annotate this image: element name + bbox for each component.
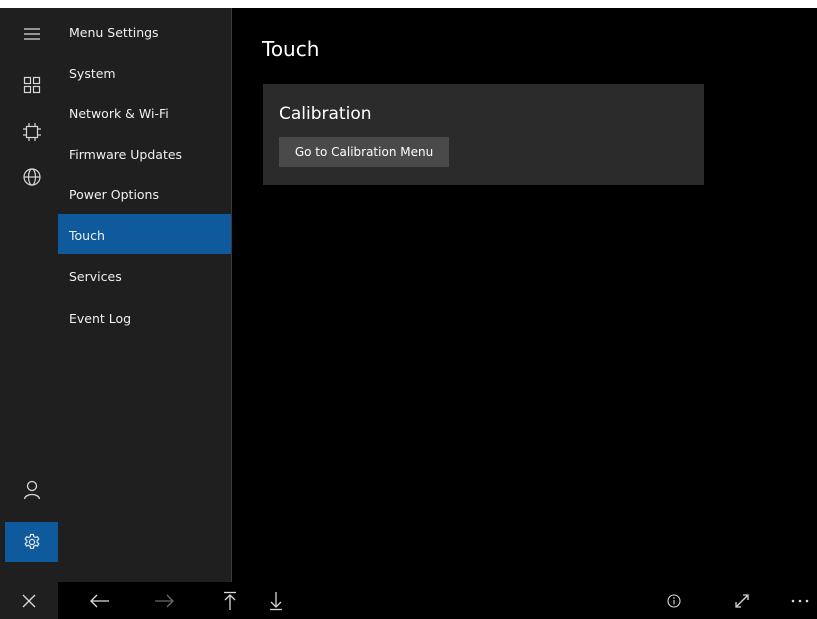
menu-item-network-wifi[interactable]: Network & Wi-Fi [58,88,231,128]
scroll-to-bottom-icon [269,591,283,611]
menu-item-label: Menu Settings [69,25,159,40]
menu-item-system[interactable]: System [58,48,231,88]
app-window: Menu Settings System Network & Wi-Fi Fir… [0,8,817,619]
menu-item-event-log[interactable]: Event Log [58,298,231,338]
dashboard-grid-icon [23,76,41,94]
more-button[interactable] [782,582,817,619]
menu-item-label: Event Log [69,311,132,326]
hamburger-menu-button[interactable] [5,14,58,54]
settings-button[interactable] [5,522,58,562]
info-icon [667,593,681,608]
scroll-to-top-button[interactable] [212,582,248,619]
icon-rail [0,8,58,582]
menu-item-label: Power Options [69,187,159,202]
user-button[interactable] [5,470,58,510]
more-icon [791,599,809,603]
user-icon [23,480,41,500]
menu-item-menu-settings[interactable]: Menu Settings [58,8,231,48]
network-button[interactable] [5,157,58,197]
forward-button[interactable] [144,582,184,619]
menu-item-label: System [69,66,116,81]
menu-item-label: Firmware Updates [69,147,183,162]
scroll-to-bottom-button[interactable] [258,582,294,619]
menu-item-label: Network & Wi-Fi [69,106,169,121]
back-arrow-icon [90,594,110,608]
chip-icon [22,122,42,142]
info-button[interactable] [656,582,692,619]
calibration-title: Calibration [279,104,372,124]
page-title: Touch [262,37,320,61]
menu-item-label: Services [69,269,122,284]
hardware-button[interactable] [5,112,58,152]
menu-item-label: Touch [69,228,105,243]
expand-icon [734,593,750,609]
go-to-calibration-button[interactable]: Go to Calibration Menu [279,137,449,167]
menu-item-services[interactable]: Services [58,256,231,296]
close-button[interactable] [0,582,58,619]
gear-icon [23,533,41,551]
hamburger-menu-icon [23,27,41,41]
bottom-toolbar [0,582,817,619]
menu-item-power-options[interactable]: Power Options [58,169,231,209]
close-icon [22,594,36,608]
dashboard-button[interactable] [5,65,58,105]
settings-menu: Menu Settings System Network & Wi-Fi Fir… [58,8,232,582]
back-button[interactable] [80,582,120,619]
menu-item-firmware-updates[interactable]: Firmware Updates [58,128,231,168]
content-pane: Touch Calibration Go to Calibration Menu [232,8,817,582]
calibration-card: Calibration Go to Calibration Menu [263,84,704,185]
expand-button[interactable] [724,582,760,619]
globe-icon [22,167,42,187]
forward-arrow-icon [154,594,174,608]
scroll-to-top-icon [223,591,237,611]
menu-item-touch[interactable]: Touch [58,214,231,254]
